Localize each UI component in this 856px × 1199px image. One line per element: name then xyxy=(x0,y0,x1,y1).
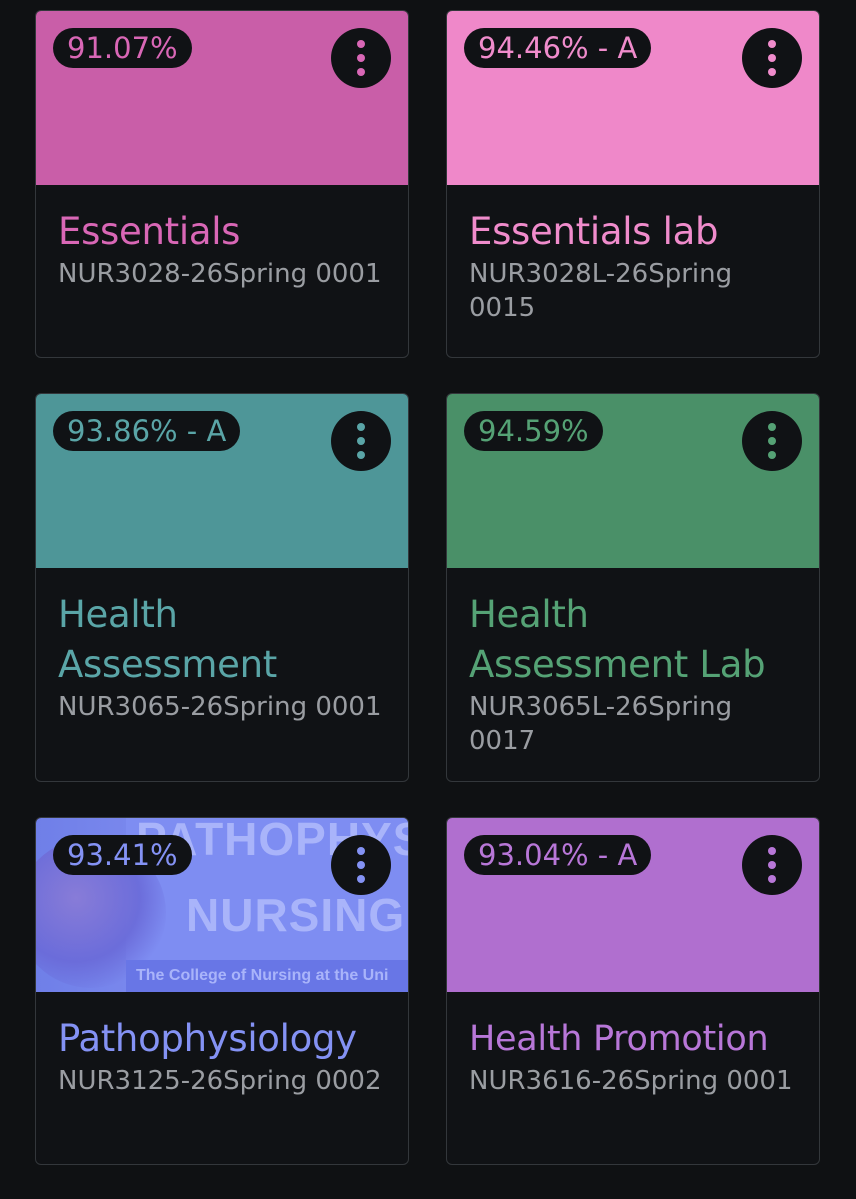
course-card-essentials-lab[interactable]: 94.46% - A Essentials lab NUR3028L-26Spr… xyxy=(446,10,820,358)
more-vertical-icon-dot xyxy=(768,54,776,62)
course-title[interactable]: Health Promotion xyxy=(469,1014,797,1064)
course-code: NUR3125-26Spring 0002 xyxy=(58,1066,382,1096)
more-options-button[interactable] xyxy=(742,28,802,88)
course-banner[interactable]: 94.59% xyxy=(447,394,819,568)
more-options-button[interactable] xyxy=(331,28,391,88)
grade-badge: 93.86% - A xyxy=(53,411,241,451)
grade-badge: 93.41% xyxy=(53,835,192,875)
more-vertical-icon-dot xyxy=(768,68,776,76)
course-banner[interactable]: 93.04% - A xyxy=(447,818,819,992)
banner-image-text: NURSING PI xyxy=(186,889,408,941)
more-vertical-icon-dot xyxy=(357,861,365,869)
course-banner[interactable]: 94.46% - A xyxy=(447,11,819,185)
more-vertical-icon-dot xyxy=(357,68,365,76)
course-card-body: Health Promotion NUR3616-26Spring 0001 xyxy=(447,992,819,1116)
course-code: NUR3028L-26Spring 0015 xyxy=(469,259,733,323)
more-vertical-icon xyxy=(768,423,776,431)
more-vertical-icon-dot xyxy=(357,875,365,883)
course-title[interactable]: Pathophysiology xyxy=(58,1014,386,1064)
more-vertical-icon-dot xyxy=(357,451,365,459)
grade-badge: 93.04% - A xyxy=(464,835,652,875)
course-banner[interactable]: 93.86% - A xyxy=(36,394,408,568)
grade-badge: 94.59% xyxy=(464,411,603,451)
course-card-body: Health Assessment Lab NUR3065L-26Spring … xyxy=(447,568,819,776)
course-card-essentials[interactable]: 91.07% Essentials NUR3028-26Spring 0001 xyxy=(35,10,409,358)
grade-badge: 91.07% xyxy=(53,28,192,68)
course-card-health-promotion[interactable]: 93.04% - A Health Promotion NUR3616-26Sp… xyxy=(446,817,820,1165)
course-card-grid: 91.07% Essentials NUR3028-26Spring 0001 … xyxy=(0,0,856,1199)
more-options-button[interactable] xyxy=(742,835,802,895)
course-card-health-assessment-lab[interactable]: 94.59% Health Assessment Lab NUR3065L-26… xyxy=(446,393,820,782)
course-code: NUR3028-26Spring 0001 xyxy=(58,259,382,289)
more-vertical-icon xyxy=(768,40,776,48)
more-vertical-icon xyxy=(357,423,365,431)
course-card-body: Health Assessment NUR3065-26Spring 0001 xyxy=(36,568,408,742)
course-title[interactable]: Essentials lab xyxy=(469,207,797,257)
more-vertical-icon-dot xyxy=(357,437,365,445)
course-card-pathophysiology[interactable]: PATHOPHYSIO NURSING PI The College of Nu… xyxy=(35,817,409,1165)
course-title[interactable]: Health Assessment Lab xyxy=(469,590,769,690)
more-options-button[interactable] xyxy=(742,411,802,471)
more-vertical-icon-dot xyxy=(768,451,776,459)
more-options-button[interactable] xyxy=(331,411,391,471)
course-banner[interactable]: 91.07% xyxy=(36,11,408,185)
course-card-health-assessment[interactable]: 93.86% - A Health Assessment NUR3065-26S… xyxy=(35,393,409,782)
more-vertical-icon-dot xyxy=(768,861,776,869)
more-vertical-icon xyxy=(357,847,365,855)
more-vertical-icon xyxy=(768,847,776,855)
course-title[interactable]: Health Assessment xyxy=(58,590,318,690)
course-title[interactable]: Essentials xyxy=(58,207,386,257)
more-options-button[interactable] xyxy=(331,835,391,895)
course-code: NUR3616-26Spring 0001 xyxy=(469,1066,793,1096)
course-card-body: Essentials lab NUR3028L-26Spring 0015 xyxy=(447,185,819,343)
more-vertical-icon-dot xyxy=(768,875,776,883)
more-vertical-icon-dot xyxy=(768,437,776,445)
course-card-body: Essentials NUR3028-26Spring 0001 xyxy=(36,185,408,309)
grade-badge: 94.46% - A xyxy=(464,28,652,68)
course-card-body: Pathophysiology NUR3125-26Spring 0002 xyxy=(36,992,408,1116)
banner-image-caption: The College of Nursing at the Uni xyxy=(136,967,389,984)
course-code: NUR3065L-26Spring 0017 xyxy=(469,692,733,756)
course-banner[interactable]: PATHOPHYSIO NURSING PI The College of Nu… xyxy=(36,818,408,992)
more-vertical-icon-dot xyxy=(357,54,365,62)
more-vertical-icon xyxy=(357,40,365,48)
course-code: NUR3065-26Spring 0001 xyxy=(58,692,382,722)
